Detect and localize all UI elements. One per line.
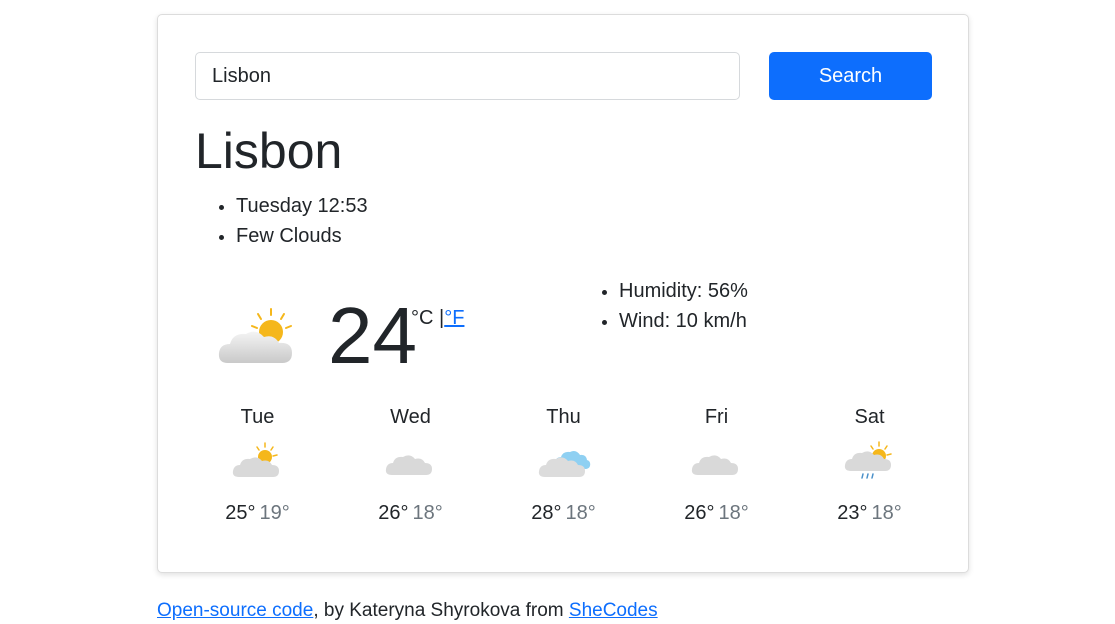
forecast-min-temp: 18°: [871, 502, 902, 524]
unit-switch: °C |°F: [411, 307, 464, 330]
cloud-icon: [385, 455, 432, 475]
footer-credit-text: , by Kateryna Shyrokova from: [313, 600, 569, 621]
forecast-min-temp: 18°: [565, 502, 596, 524]
celsius-unit: °C: [411, 307, 434, 329]
forecast-day-name: Fri: [704, 406, 729, 428]
weather-card: Search Lisbon Tuesday 12:53 Few Clouds 2…: [157, 14, 969, 573]
forecast-day: Thu 28° 18°: [487, 403, 640, 527]
forecast-max-temp: 25°: [225, 502, 256, 524]
forecast-day-name: Sat: [854, 406, 885, 428]
sun-behind-cloud-icon: [218, 308, 292, 363]
forecast-day-name: Tue: [240, 406, 275, 428]
forecast-max-temp: 26°: [684, 502, 715, 524]
forecast-day: Fri 26° 18°: [640, 403, 793, 527]
current-details-list: Humidity: 56% Wind: 10 km/h: [579, 276, 748, 336]
city-name: Lisbon: [195, 123, 343, 179]
forecast-day: Sat 23° 18°: [793, 403, 946, 527]
city-search-input[interactable]: [195, 52, 740, 100]
footer: Open-source code, by Kateryna Shyrokova …: [157, 598, 658, 624]
forecast-day-name: Wed: [390, 406, 431, 428]
forecast-day-name: Thu: [546, 406, 581, 428]
current-datetime: Tuesday 12:53: [236, 191, 368, 221]
cloud-icon: [691, 455, 738, 475]
forecast-max-temp: 26°: [378, 502, 409, 524]
forecast-min-temp: 19°: [259, 502, 290, 524]
weather-description: Few Clouds: [236, 221, 368, 251]
wind-speed: Wind: 10 km/h: [619, 306, 748, 336]
shecodes-link[interactable]: SheCodes: [569, 600, 658, 621]
forecast-min-temp: 18°: [412, 502, 443, 524]
forecast-max-temp: 28°: [531, 502, 562, 524]
open-source-code-link[interactable]: Open-source code: [157, 600, 313, 621]
forecast-min-temp: 18°: [718, 502, 749, 524]
current-temperature: 24: [328, 291, 417, 380]
humidity: Humidity: 56%: [619, 276, 748, 306]
fahrenheit-link[interactable]: °F: [444, 307, 464, 329]
search-button[interactable]: Search: [769, 52, 932, 100]
forecast-day: Wed 26° 18°: [334, 403, 487, 527]
current-conditions-list: Tuesday 12:53 Few Clouds: [196, 191, 368, 251]
forecast-day: Tue 25° 19°: [181, 403, 334, 527]
sun-behind-cloud-icon: [232, 442, 279, 477]
broken-clouds-icon: [538, 451, 590, 477]
sun-cloud-rain-icon: [844, 441, 892, 479]
forecast: Tue 25° 19° Wed 26° 18° Thu 28° 18° Fri …: [181, 403, 947, 543]
forecast-max-temp: 23°: [837, 502, 868, 524]
